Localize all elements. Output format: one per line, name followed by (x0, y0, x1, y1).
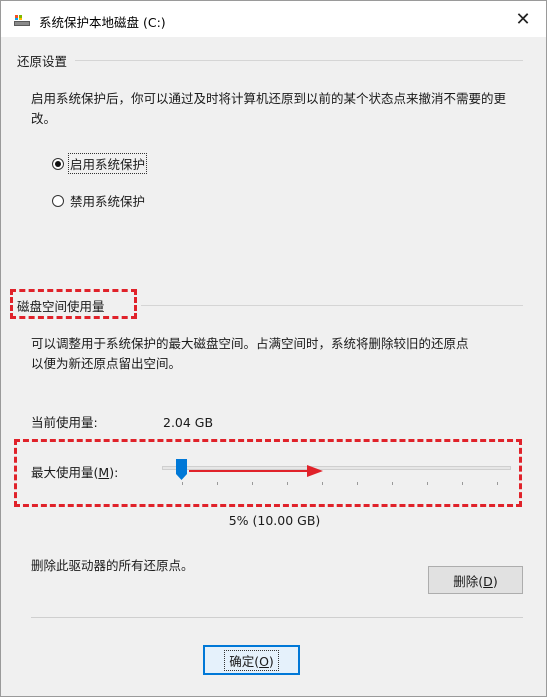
slider-tick (462, 482, 463, 485)
slider-tick (217, 482, 218, 485)
slider-tick (357, 482, 358, 485)
slider-tick (497, 482, 498, 485)
delete-button[interactable]: 删除(D) (428, 566, 523, 594)
radio-enable-protection[interactable]: 启用系统保护 (52, 153, 148, 174)
slider-tick (322, 482, 323, 485)
radio-disable-indicator[interactable] (52, 194, 64, 207)
slider-tick (252, 482, 253, 485)
disk-usage-description-line2: 以便为新还原点留出空间。 (31, 356, 182, 371)
ok-button[interactable]: 确定(O) (203, 645, 300, 675)
radio-enable-label: 启用系统保护 (68, 153, 148, 174)
restore-settings-divider (75, 60, 523, 61)
current-usage-value: 2.04 GB (163, 415, 214, 430)
close-button[interactable]: ✕ (500, 1, 546, 37)
footer-separator (31, 617, 523, 618)
title-bar: 系统保护本地磁盘 (C:) ✕ (1, 1, 546, 37)
disk-usage-divider (141, 305, 523, 306)
restore-settings-group-title: 还原设置 (17, 54, 68, 69)
annotation-arrow-icon (189, 465, 323, 477)
slider-tick (287, 482, 288, 485)
ok-button-label: 确定(O) (224, 649, 279, 671)
window-title: 系统保护本地磁盘 (C:) (39, 15, 166, 30)
disk-usage-group-title: 磁盘空间使用量 (17, 299, 105, 314)
disk-usage-description: 可以调整用于系统保护的最大磁盘空间。占满空间时，系统将删除较旧的还原点 以便为新… (31, 334, 531, 374)
delete-button-label: 删除(D) (453, 573, 498, 589)
slider-tick (427, 482, 428, 485)
radio-disable-label: 禁用系统保护 (70, 194, 146, 209)
restore-settings-description: 启用系统保护后，你可以通过及时将计算机还原到以前的某个状态点来撤消不需要的更改。 (31, 91, 507, 126)
system-protection-dialog: 系统保护本地磁盘 (C:) ✕ 还原设置 启用系统保护后，你可以通过及时将计算机… (0, 0, 547, 697)
radio-enable-indicator[interactable] (52, 157, 64, 170)
radio-disable-protection[interactable]: 禁用系统保护 (52, 191, 145, 210)
delete-description: 删除此驱动器的所有还原点。 (31, 558, 194, 573)
max-usage-value-text: 5% (10.00 GB) (228, 513, 321, 528)
close-icon: ✕ (515, 8, 531, 30)
max-usage-label: 最大使用量(M): (31, 465, 119, 480)
disk-usage-description-line1: 可以调整用于系统保护的最大磁盘空间。占满空间时，系统将删除较旧的还原点 (31, 336, 469, 351)
drive-icon (14, 15, 30, 26)
current-usage-label: 当前使用量: (31, 415, 98, 430)
slider-tick (182, 482, 183, 485)
slider-tick (392, 482, 393, 485)
